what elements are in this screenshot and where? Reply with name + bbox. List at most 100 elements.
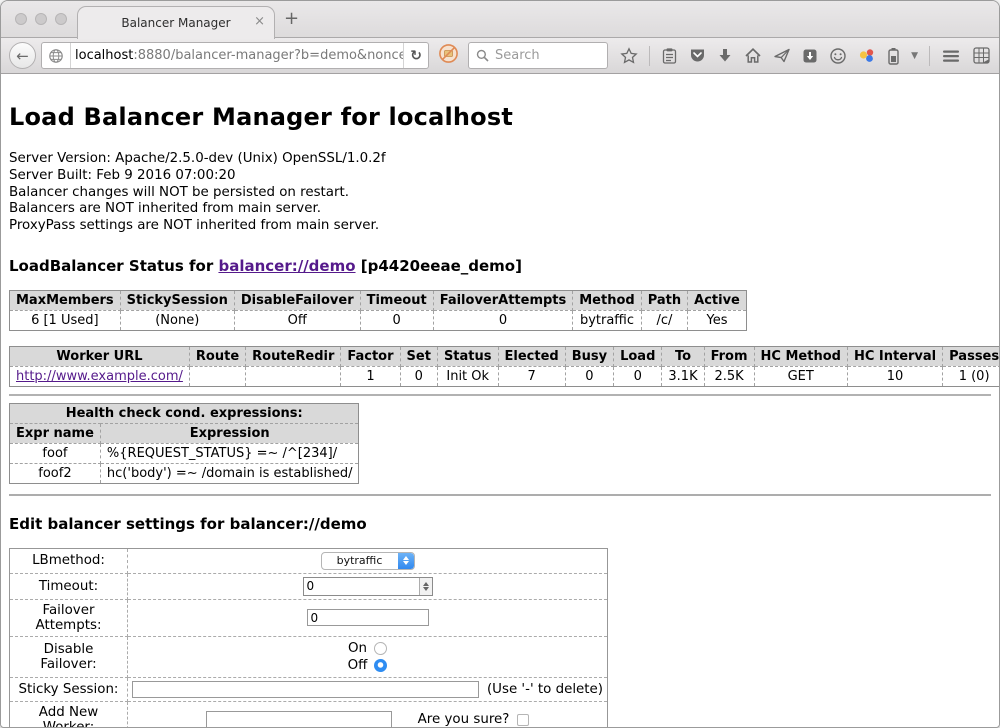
val-load: 0 [614, 366, 662, 386]
worker-url-link[interactable]: http://www.example.com/ [16, 369, 183, 384]
paper-plane-icon [773, 47, 791, 64]
col-expr-name: Expr name [10, 423, 101, 443]
bookmarks-menu-button[interactable] [661, 47, 678, 65]
extension-download-button[interactable] [802, 48, 818, 64]
star-icon [620, 47, 638, 65]
new-tab-button[interactable]: + [284, 8, 299, 29]
col-failoverattempts: FailoverAttempts [433, 290, 573, 310]
val-hc-method: GET [754, 366, 847, 386]
smiley-icon [829, 47, 847, 65]
url-input[interactable]: localhost:8880/balancer-manager?b=demo&n… [71, 48, 403, 63]
minimize-window-button[interactable] [35, 13, 47, 25]
disable-failover-off-radio[interactable] [374, 659, 387, 672]
pocket-icon [689, 47, 706, 64]
toolbar-buttons: ▼ [618, 46, 991, 66]
val-route [189, 366, 245, 386]
downloads-button[interactable] [717, 47, 733, 64]
expr-value-foof2: hc('body') =~ /domain is established/ [100, 463, 359, 483]
radio-off-row: Off [132, 657, 603, 674]
disable-failover-on-radio[interactable] [374, 642, 387, 655]
lbmethod-select[interactable]: bytraffic [321, 552, 415, 570]
bookmark-star-button[interactable] [620, 47, 638, 65]
col-routeredir: RouteRedir [246, 346, 341, 366]
home-button[interactable] [744, 47, 762, 64]
failover-attempts-input[interactable] [307, 609, 429, 626]
val-active: Yes [688, 310, 747, 330]
row-lbmethod: LBmethod: bytraffic [10, 548, 608, 573]
number-spinner-icon[interactable] [419, 578, 432, 595]
sticky-session-input[interactable] [132, 681, 479, 698]
content-blocked-button[interactable] [438, 43, 459, 68]
toolbar-separator2 [929, 46, 930, 66]
send-tab-button[interactable] [773, 47, 791, 64]
col-worker-url: Worker URL [10, 346, 190, 366]
val-hc-interval: 10 [847, 366, 942, 386]
pocket-button[interactable] [689, 47, 706, 64]
val-method: bytraffic [573, 310, 641, 330]
are-you-sure-checkbox[interactable] [517, 714, 529, 726]
feedback-smiley-button[interactable] [829, 47, 847, 65]
expr-name-foof2: foof2 [10, 463, 101, 483]
tiles-extension-button[interactable] [972, 46, 991, 65]
server-built: Server Built: Feb 9 2016 07:00:20 [9, 168, 991, 185]
timeout-label: Timeout: [10, 573, 128, 599]
val-passes: 1 (0) [943, 366, 999, 386]
overflow-caret-icon[interactable]: ▼ [911, 51, 918, 61]
col-active: Active [688, 290, 747, 310]
val-timeout: 0 [360, 310, 433, 330]
hamburger-icon [941, 48, 961, 64]
search-icon [476, 49, 489, 62]
search-bar[interactable]: Search [468, 42, 608, 69]
col-load: Load [614, 346, 662, 366]
col-set: Set [400, 346, 437, 366]
col-busy: Busy [565, 346, 613, 366]
section-divider-2 [9, 494, 991, 496]
col-hc-interval: HC Interval [847, 346, 942, 366]
color-dots-icon [858, 47, 876, 64]
reload-button[interactable]: ↻ [404, 43, 428, 68]
worker-header-row: Worker URL Route RouteRedir Factor Set S… [10, 346, 1000, 366]
row-failover-attempts: Failover Attempts: [10, 599, 608, 636]
col-factor: Factor [341, 346, 400, 366]
url-path: :8880/balancer-manager?b=demo&nonce=decc… [133, 48, 403, 63]
status-heading-prefix: LoadBalancer Status for [9, 257, 218, 275]
val-worker-url: http://www.example.com/ [10, 366, 190, 386]
val-from: 2.5K [704, 366, 754, 386]
status-value-row: 6 [1 Used] (None) Off 0 0 bytraffic /c/ … [10, 310, 747, 330]
health-check-table: Health check cond. expressions: Expr nam… [9, 403, 359, 484]
val-status: Init Ok [437, 366, 498, 386]
col-stickysession: StickySession [120, 290, 234, 310]
close-window-button[interactable] [15, 13, 27, 25]
val-routeredir [246, 366, 341, 386]
home-icon [744, 47, 762, 64]
val-maxmembers: 6 [1 Used] [10, 310, 121, 330]
sticky-session-label: Sticky Session: [10, 677, 128, 701]
menu-button[interactable] [941, 48, 961, 64]
tab-balancer-manager[interactable]: Balancer Manager × [77, 6, 275, 39]
balancer-demo-link[interactable]: balancer://demo [218, 257, 355, 275]
add-new-worker-label: Add New Worker: [10, 701, 128, 728]
failover-attempts-label: Failover Attempts: [10, 599, 128, 636]
status-header-row: MaxMembers StickySession DisableFailover… [10, 290, 747, 310]
add-new-worker-input[interactable] [206, 711, 392, 728]
tab-title: Balancer Manager [121, 16, 230, 30]
select-arrows-icon [398, 553, 414, 569]
site-identity[interactable] [42, 43, 70, 68]
failover-attempts-cell [128, 599, 608, 636]
zoom-window-button[interactable] [55, 13, 67, 25]
colored-dots-extension-button[interactable] [858, 47, 876, 64]
lbmethod-cell: bytraffic [128, 548, 608, 573]
server-version: Server Version: Apache/2.5.0-dev (Unix) … [9, 151, 991, 168]
battery-extension-button[interactable] [887, 47, 900, 65]
browser-window: Balancer Manager × + ← localhost:8880/ba… [0, 0, 1000, 728]
tab-close-icon[interactable]: × [254, 15, 265, 29]
timeout-input[interactable]: 0 [303, 577, 433, 596]
col-to: To [662, 346, 704, 366]
back-button[interactable]: ← [9, 42, 36, 69]
globe-icon [48, 48, 64, 64]
tab-strip: Balancer Manager × + [1, 1, 999, 38]
note-inherit: Balancers are NOT inherited from main se… [9, 201, 991, 218]
row-timeout: Timeout: 0 [10, 573, 608, 599]
url-bar[interactable]: localhost:8880/balancer-manager?b=demo&n… [41, 42, 429, 69]
disable-failover-cell: On Off [128, 636, 608, 677]
